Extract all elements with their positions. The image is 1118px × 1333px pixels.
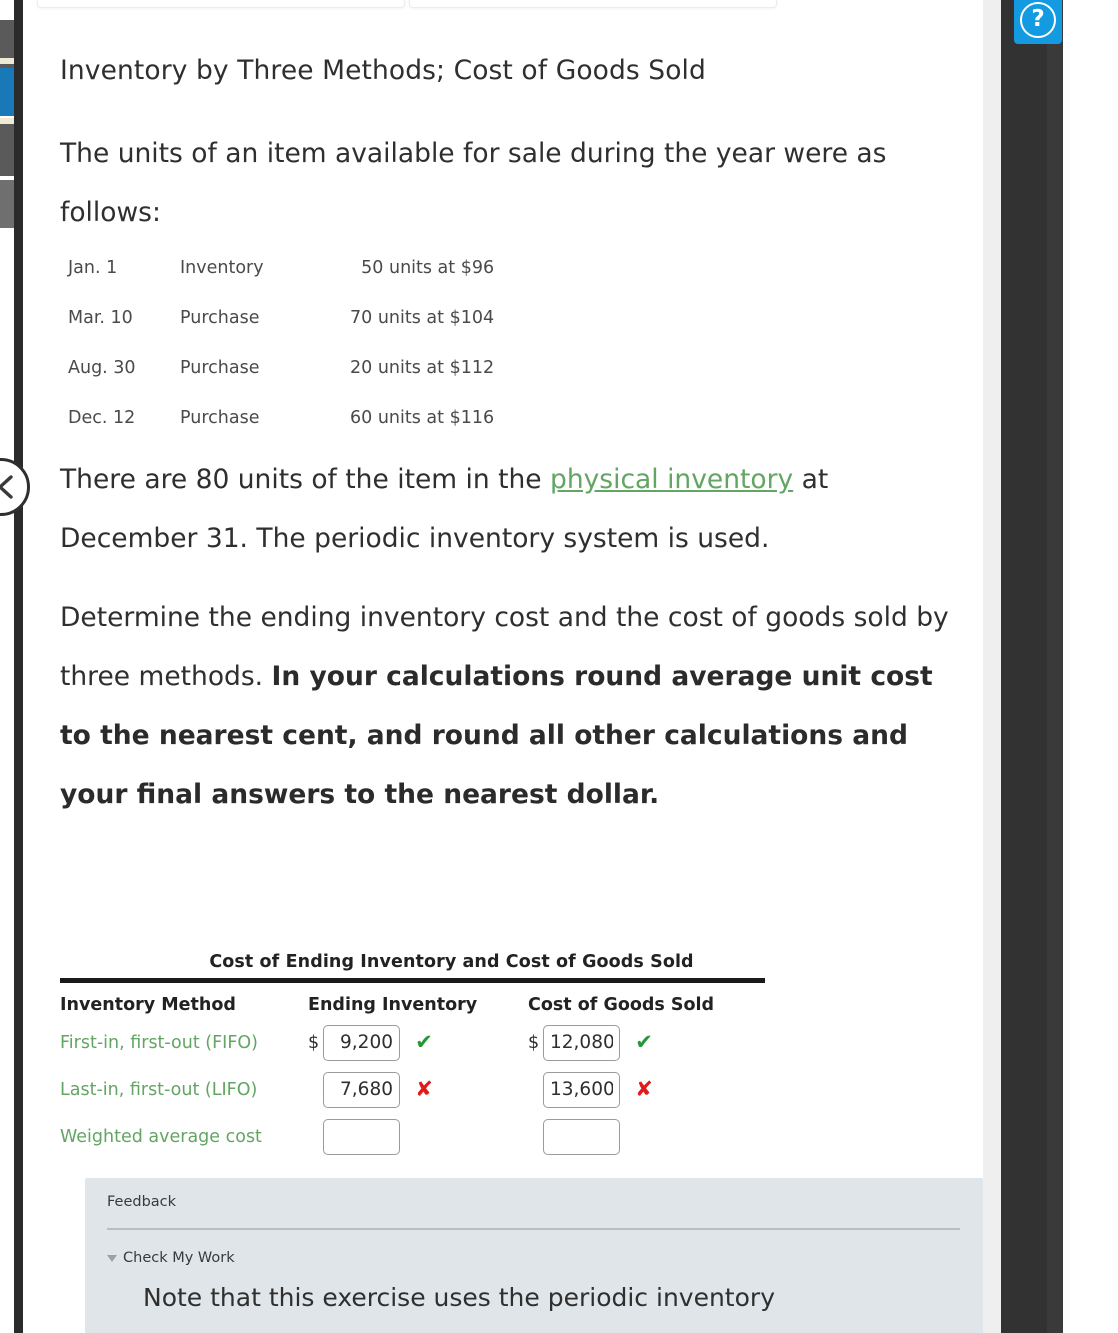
fifo-ending-inventory-input[interactable] (323, 1024, 400, 1061)
units-qty: 20 units at $112 (350, 358, 495, 378)
check-my-work-toggle[interactable]: Check My Work (107, 1250, 235, 1266)
fifo-cogs-input[interactable] (543, 1024, 620, 1061)
units-date: Jan. 1 (68, 258, 118, 278)
rail-segment-3 (0, 180, 14, 228)
check-icon: ✔ (415, 1030, 433, 1054)
answer-table-title: Cost of Ending Inventory and Cost of Goo… (209, 952, 694, 972)
lifo-cogs-cell: $ ✘ (528, 1066, 765, 1113)
page-title: Inventory by Three Methods; Cost of Good… (60, 55, 706, 86)
answer-table-rule (60, 978, 765, 983)
fifo-ending-inventory-cell: $ ✔ (308, 1019, 528, 1066)
rail-segment-active[interactable] (0, 68, 14, 116)
top-panel-stub-left (37, 0, 405, 8)
lifo-ending-inventory-input[interactable] (323, 1071, 400, 1108)
method-label-lifo: Last-in, first-out (LIFO) (60, 1079, 258, 1100)
answer-table-container: Cost of Ending Inventory and Cost of Goo… (60, 952, 765, 1160)
cross-icon: ✘ (635, 1077, 653, 1101)
feedback-divider (107, 1228, 960, 1230)
check-icon: ✔ (635, 1030, 653, 1054)
chevron-left-icon (0, 475, 13, 499)
right-rail (1001, 0, 1063, 1333)
check-my-work-label: Check My Work (123, 1250, 235, 1266)
physical-inventory-paragraph: There are 80 units of the item in the ph… (60, 450, 965, 568)
dollar-sign: $ (528, 1032, 540, 1053)
lifo-cogs-input[interactable] (543, 1071, 620, 1108)
units-kind: Purchase (180, 358, 260, 378)
weighted-average-ending-inventory-input[interactable] (323, 1118, 400, 1155)
page-root: Inventory by Three Methods; Cost of Good… (0, 0, 1118, 1333)
header-inventory-method: Inventory Method (60, 995, 236, 1015)
fifo-cogs-cell: $ ✔ (528, 1019, 765, 1066)
weighted-average-cogs-cell: $ (528, 1113, 765, 1160)
top-panel-stub-right (409, 0, 777, 8)
lifo-ending-inventory-cell: $ ✘ (308, 1066, 528, 1113)
physical-inventory-link[interactable]: physical inventory (550, 464, 793, 495)
answer-table-header-row: Inventory Method Ending Inventory Cost o… (60, 989, 765, 1019)
header-ending-inventory: Ending Inventory (308, 995, 478, 1015)
dollar-sign-hidden: $ (528, 1080, 543, 1100)
method-label-weighted-average: Weighted average cost (60, 1126, 262, 1147)
table-row: Jan. 1 Inventory 50 units at $96 (68, 258, 494, 308)
answer-table: Inventory Method Ending Inventory Cost o… (60, 989, 765, 1160)
units-qty: 70 units at $104 (350, 308, 495, 328)
question-content: Inventory by Three Methods; Cost of Good… (23, 0, 983, 1333)
rail-segment-2 (0, 124, 14, 176)
header-cost-of-goods-sold: Cost of Goods Sold (528, 995, 715, 1015)
units-qty: 50 units at $96 (361, 258, 495, 278)
units-kind: Purchase (180, 308, 260, 328)
rail-segment-divider-1 (0, 58, 14, 64)
table-row: Aug. 30 Purchase 20 units at $112 (68, 358, 494, 408)
cross-icon: ✘ (415, 1077, 433, 1101)
dollar-sign-hidden: $ (308, 1080, 323, 1100)
table-row: Mar. 10 Purchase 70 units at $104 (68, 308, 494, 358)
weighted-average-cogs-input[interactable] (543, 1118, 620, 1155)
right-scroll-gutter[interactable] (983, 0, 1001, 1333)
units-date: Mar. 10 (68, 308, 133, 328)
left-rail (14, 0, 23, 1333)
right-background (1063, 0, 1118, 1333)
feedback-note-text: Note that this exercise uses the periodi… (143, 1283, 775, 1312)
determine-paragraph: Determine the ending inventory cost and … (60, 588, 965, 824)
dollar-sign-hidden: $ (308, 1127, 323, 1147)
units-date: Aug. 30 (68, 358, 136, 378)
units-available-table: Jan. 1 Inventory 50 units at $96 Mar. 10… (68, 258, 494, 458)
dollar-sign-hidden: $ (528, 1127, 543, 1147)
intro-paragraph: The units of an item available for sale … (60, 138, 887, 228)
triangle-down-icon (107, 1254, 117, 1262)
dollar-sign: $ (308, 1032, 320, 1053)
units-kind: Inventory (180, 258, 264, 278)
table-row: Weighted average cost $ $ (60, 1113, 765, 1160)
help-button[interactable]: ? (1014, 0, 1062, 44)
table-row: First-in, first-out (FIFO) $ ✔ $ (60, 1019, 765, 1066)
weighted-average-ending-inventory-cell: $ (308, 1113, 528, 1160)
feedback-label: Feedback (107, 1194, 177, 1210)
method-label-fifo: First-in, first-out (FIFO) (60, 1032, 259, 1053)
feedback-panel: Feedback Check My Work Note that this ex… (85, 1178, 983, 1333)
help-icon: ? (1020, 2, 1056, 38)
table-row: Last-in, first-out (LIFO) $ ✘ $ (60, 1066, 765, 1113)
physical-text-before: There are 80 units of the item in the (60, 464, 550, 495)
